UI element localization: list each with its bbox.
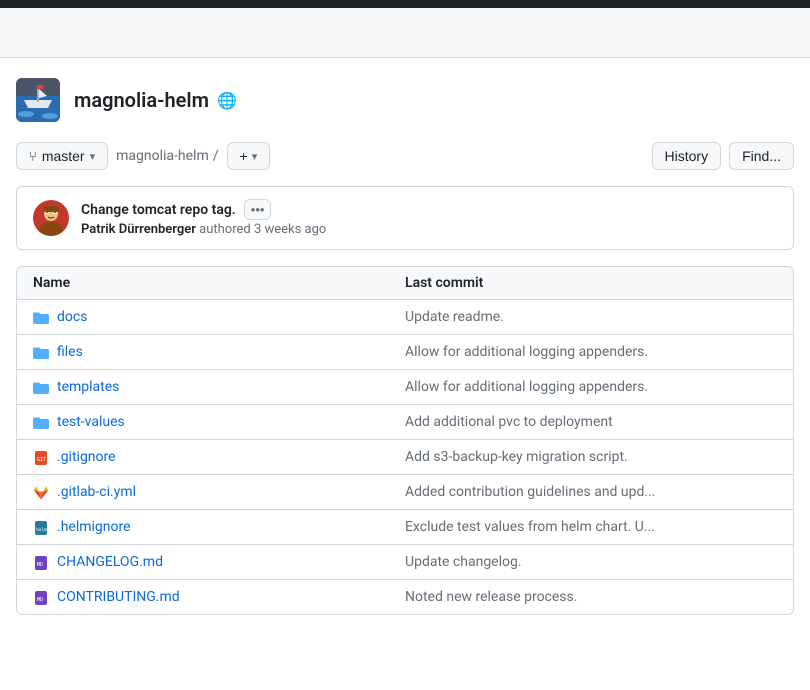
file-name-cell: test-values	[33, 413, 405, 431]
file-commit-cell: Noted new release process.	[405, 589, 777, 605]
branch-selector[interactable]: ⑂ master ▾	[16, 142, 108, 170]
add-label: +	[240, 148, 248, 164]
commit-more-button[interactable]: •••	[244, 199, 272, 220]
add-file-button[interactable]: + ▾	[227, 142, 271, 170]
avatar-svg-commit	[33, 200, 69, 236]
commit-info: Change tomcat repo tag. ••• Patrik Dürre…	[81, 199, 777, 237]
breadcrumb-repo: magnolia-helm	[116, 148, 209, 164]
col-name-header: Name	[33, 275, 405, 291]
branch-label: master	[42, 148, 85, 164]
file-type-icon: GIT	[33, 448, 49, 466]
table-row: helm .helmignore Exclude test values fro…	[17, 510, 793, 545]
repo-name: magnolia-helm	[74, 88, 209, 112]
file-type-icon	[33, 413, 49, 431]
file-name-cell: helm .helmignore	[33, 518, 405, 536]
repo-name-row: magnolia-helm 🌐	[74, 88, 237, 112]
repo-title-section: magnolia-helm 🌐	[16, 78, 794, 122]
table-row: MD CONTRIBUTING.md Noted new release pro…	[17, 580, 793, 614]
file-commit-cell: Update changelog.	[405, 554, 777, 570]
file-type-icon	[33, 343, 49, 361]
file-commit-cell: Allow for additional logging appenders.	[405, 344, 777, 360]
file-type-icon	[33, 378, 49, 396]
file-link[interactable]: test-values	[57, 414, 125, 430]
svg-text:GIT: GIT	[37, 457, 46, 463]
svg-text:helm: helm	[36, 527, 47, 533]
table-row: test-values Add additional pvc to deploy…	[17, 405, 793, 440]
toolbar-left: ⑂ master ▾ magnolia-helm / + ▾	[16, 142, 270, 170]
file-link[interactable]: templates	[57, 379, 119, 395]
top-bar	[0, 0, 810, 8]
file-name-cell: .gitlab-ci.yml	[33, 483, 405, 501]
avatar-svg	[16, 78, 60, 122]
avatar-image	[16, 78, 60, 122]
file-name-cell: templates	[33, 378, 405, 396]
file-link[interactable]: .gitlab-ci.yml	[57, 484, 136, 500]
file-commit-cell: Add s3-backup-key migration script.	[405, 449, 777, 465]
breadcrumb: magnolia-helm /	[116, 148, 218, 164]
file-type-icon	[33, 308, 49, 326]
file-type-icon	[33, 483, 49, 501]
file-table-header: Name Last commit	[17, 267, 793, 300]
file-commit-cell: Add additional pvc to deployment	[405, 414, 777, 430]
table-row: templates Allow for additional logging a…	[17, 370, 793, 405]
toolbar-right: History Find...	[652, 142, 794, 170]
commit-author-avatar	[33, 200, 69, 236]
svg-text:MD: MD	[37, 597, 43, 603]
file-link[interactable]: .helmignore	[57, 519, 131, 535]
col-commit-header: Last commit	[405, 275, 777, 291]
svg-text:MD: MD	[37, 562, 43, 568]
file-type-icon: MD	[33, 553, 49, 571]
branch-chevron-icon: ▾	[90, 150, 96, 163]
file-link[interactable]: .gitignore	[57, 449, 116, 465]
file-name-cell: files	[33, 343, 405, 361]
history-button[interactable]: History	[652, 142, 722, 170]
table-row: .gitlab-ci.yml Added contribution guidel…	[17, 475, 793, 510]
table-row: MD CHANGELOG.md Update changelog.	[17, 545, 793, 580]
file-name-cell: MD CONTRIBUTING.md	[33, 588, 405, 606]
commit-title: Change tomcat repo tag.	[81, 202, 236, 218]
file-type-icon: helm	[33, 518, 49, 536]
repo-avatar	[16, 78, 60, 122]
file-commit-cell: Added contribution guidelines and upd...	[405, 484, 777, 500]
commit-box: Change tomcat repo tag. ••• Patrik Dürre…	[16, 186, 794, 250]
toolbar: ⑂ master ▾ magnolia-helm / + ▾ History F…	[16, 142, 794, 170]
file-table: Name Last commit docs Update readme. fil…	[16, 266, 794, 615]
table-row: GIT .gitignore Add s3-backup-key migrati…	[17, 440, 793, 475]
find-button[interactable]: Find...	[729, 142, 794, 170]
commit-meta: Patrik Dürrenberger authored 3 weeks ago	[81, 222, 777, 237]
file-type-icon: MD	[33, 588, 49, 606]
file-link[interactable]: CHANGELOG.md	[57, 554, 163, 570]
table-row: docs Update readme.	[17, 300, 793, 335]
commit-title-row: Change tomcat repo tag. •••	[81, 199, 777, 220]
file-name-cell: docs	[33, 308, 405, 326]
commit-author: Patrik Dürrenberger	[81, 222, 196, 237]
header-spacer	[0, 8, 810, 58]
file-rows-container: docs Update readme. files Allow for addi…	[17, 300, 793, 614]
file-name-cell: GIT .gitignore	[33, 448, 405, 466]
table-row: files Allow for additional logging appen…	[17, 335, 793, 370]
file-commit-cell: Allow for additional logging appenders.	[405, 379, 777, 395]
file-name-cell: MD CHANGELOG.md	[33, 553, 405, 571]
file-link[interactable]: CONTRIBUTING.md	[57, 589, 180, 605]
file-link[interactable]: docs	[57, 309, 87, 325]
file-commit-cell: Update readme.	[405, 309, 777, 325]
breadcrumb-sep: /	[213, 148, 219, 164]
globe-icon: 🌐	[217, 91, 237, 110]
file-link[interactable]: files	[57, 344, 83, 360]
branch-icon: ⑂	[29, 149, 37, 164]
add-chevron-icon: ▾	[252, 150, 258, 163]
file-commit-cell: Exclude test values from helm chart. U..…	[405, 519, 777, 535]
